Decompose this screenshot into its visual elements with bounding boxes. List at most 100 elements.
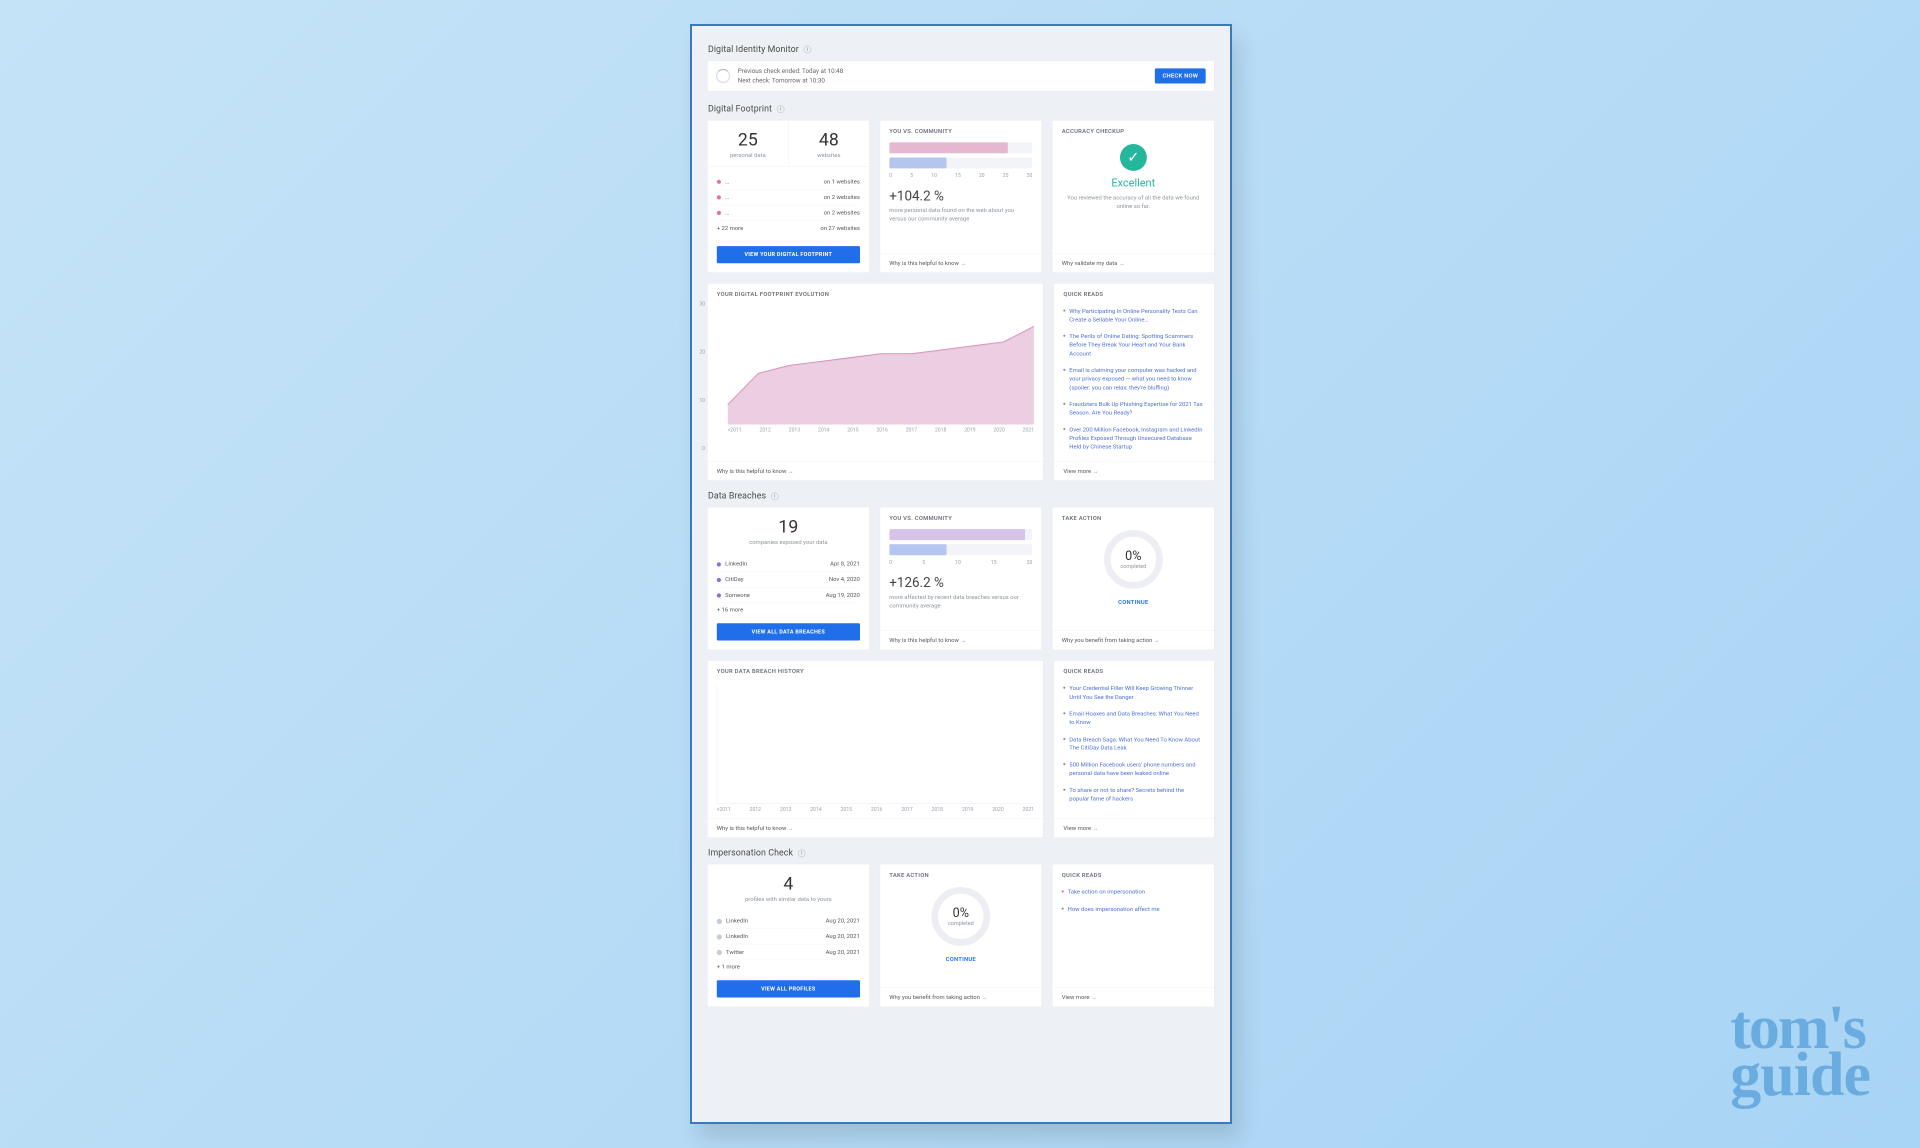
info-icon[interactable]: i <box>771 493 779 501</box>
scan-prev: Previous check ended: Today at 10:48 <box>738 67 1148 76</box>
info-icon[interactable]: i <box>777 105 785 113</box>
card-link[interactable]: Why is this helpful to know <box>708 818 1044 837</box>
card-title: QUICK READS <box>1054 661 1214 679</box>
area-chart <box>728 307 1034 425</box>
list-item[interactable]: LinkedInApr 8, 2021 <box>717 557 860 573</box>
websites-count: 48 <box>791 130 867 151</box>
list-item[interactable]: SomeoneAug 19, 2020 <box>717 588 860 604</box>
accuracy-sub: You reviewed the accuracy of all the dat… <box>1053 193 1215 210</box>
read-link[interactable]: Take action on impersonation <box>1062 884 1205 901</box>
read-link[interactable]: Fraudsters Bulk Up Phishing Expertise fo… <box>1063 396 1204 421</box>
axis: 0 5 10 15 20 25 30 <box>889 172 1032 178</box>
read-link[interactable]: Data Breach Saga: What You Need To Know … <box>1063 731 1204 756</box>
impersonation-action-card: TAKE ACTION 0% completed CONTINUE Why yo… <box>880 864 1042 1007</box>
view-footprint-button[interactable]: VIEW YOUR DIGITAL FOOTPRINT <box>717 246 860 263</box>
dot-icon <box>717 934 722 939</box>
view-breaches-button[interactable]: VIEW ALL DATA BREACHES <box>717 623 860 640</box>
read-link[interactable]: Email Hoaxes and Data Breaches: What You… <box>1063 706 1204 731</box>
card-title: YOUR DATA BREACH HISTORY <box>708 661 1044 679</box>
section-impersonation-label: Impersonation Check <box>708 848 793 858</box>
list-more[interactable]: + 1 more <box>717 960 860 970</box>
section-breaches-label: Data Breaches <box>708 491 766 501</box>
card-title: ACCURACY CHECKUP <box>1053 120 1215 138</box>
section-footprint-label: Digital Footprint <box>708 104 772 114</box>
dot-icon <box>717 180 721 184</box>
read-link[interactable]: Over 200 Million Facebook, Instagram and… <box>1063 421 1204 455</box>
progress-value: 0% <box>1125 549 1141 564</box>
footprint-stats-card: 25 personal data 48 websites …on 1 websi… <box>707 120 869 273</box>
breach-action-card: TAKE ACTION 0% completed CONTINUE Why yo… <box>1052 507 1214 650</box>
list-item[interactable]: …on 1 websites <box>717 174 860 190</box>
info-icon[interactable]: i <box>798 850 806 858</box>
card-link[interactable]: Why is this helpful to know <box>880 253 1042 272</box>
dot-icon <box>717 578 721 582</box>
dot-icon <box>717 919 722 924</box>
read-link[interactable]: To share or not to share? Secrets behind… <box>1063 782 1204 807</box>
bar-you <box>889 142 1032 153</box>
read-link[interactable]: How does impersonation affect me <box>1062 901 1205 918</box>
read-link[interactable]: Why Participating In Online Personality … <box>1063 303 1204 328</box>
continue-button[interactable]: CONTINUE <box>1053 599 1215 606</box>
dot-icon <box>717 211 721 215</box>
list-more[interactable]: + 16 more <box>717 603 860 613</box>
section-breaches-title: Data Breaches i <box>708 491 1214 501</box>
list-item[interactable]: LinkedInAug 20, 2021 <box>717 914 860 930</box>
list-more[interactable]: + 22 moreon 27 websites <box>717 221 860 236</box>
progress-label: completed <box>1120 564 1146 570</box>
card-link[interactable]: Why you benefit from taking action <box>1053 631 1215 650</box>
dot-icon <box>717 195 721 199</box>
bar-you <box>889 529 1032 540</box>
card-link[interactable]: Why you benefit from taking action <box>880 988 1042 1007</box>
progress-value: 0% <box>953 906 969 921</box>
watermark-line2: guide <box>1730 1052 1870 1099</box>
read-link[interactable]: 500 Million Facebook users' phone number… <box>1063 756 1204 781</box>
accuracy-card: ACCURACY CHECKUP ✓ Excellent You reviewe… <box>1052 120 1214 273</box>
impersonation-count-label: profiles with similar data to yours <box>710 896 867 903</box>
scan-status-banner: Previous check ended: Today at 10:48 Nex… <box>707 60 1214 91</box>
card-title: QUICK READS <box>1053 864 1215 882</box>
card-link[interactable]: View more <box>1054 818 1214 837</box>
card-link[interactable]: Why is this helpful to know <box>708 461 1044 480</box>
list-item[interactable]: TwitterAug 20, 2021 <box>717 945 860 961</box>
list-item[interactable]: LinkedInAug 20, 2021 <box>717 929 860 945</box>
evolution-card: YOUR DIGITAL FOOTPRINT EVOLUTION 30 20 1… <box>707 283 1044 481</box>
card-link[interactable]: Why validate my data <box>1053 253 1215 272</box>
card-title: QUICK READS <box>1054 283 1214 301</box>
card-link[interactable]: View more <box>1054 461 1214 480</box>
impersonation-reads-card: QUICK READS Take action on impersonation… <box>1052 864 1214 1007</box>
bar-community <box>889 157 1032 168</box>
list-item[interactable]: …on 2 websites <box>717 205 860 221</box>
impersonation-count-card: 4 profiles with similar data to yours Li… <box>707 864 869 1007</box>
card-title: YOU VS. COMMUNITY <box>880 507 1042 525</box>
section-footprint-title: Digital Footprint i <box>708 104 1214 114</box>
read-link[interactable]: The Perils of Online Dating: Spotting Sc… <box>1063 328 1204 362</box>
card-link[interactable]: View more <box>1053 988 1215 1007</box>
page-title-text: Digital Identity Monitor <box>708 44 799 54</box>
view-profiles-button[interactable]: VIEW ALL PROFILES <box>717 980 860 997</box>
read-link[interactable]: Email is claiming your computer was hack… <box>1063 362 1204 396</box>
card-title: YOU VS. COMMUNITY <box>880 120 1042 138</box>
card-title: TAKE ACTION <box>880 864 1042 882</box>
scan-status-text: Previous check ended: Today at 10:48 Nex… <box>738 67 1148 85</box>
y-axis: 30 20 10 0 <box>696 301 705 451</box>
personal-data-count: 25 <box>710 130 786 151</box>
list-item[interactable]: …on 2 websites <box>717 190 860 206</box>
x-axis: <201120122013201420152016201720182019202… <box>717 807 1034 813</box>
read-link[interactable]: Your Credential Filler Will Keep Growing… <box>1063 680 1204 705</box>
accuracy-status: Excellent <box>1053 177 1215 190</box>
compare-pct: +104.2 % <box>889 187 1032 203</box>
footprint-compare-card: YOU VS. COMMUNITY 0 5 10 15 20 25 30 +10… <box>880 120 1042 273</box>
impersonation-count: 4 <box>710 874 867 895</box>
section-impersonation-title: Impersonation Check i <box>708 848 1214 858</box>
footprint-list: …on 1 websites …on 2 websites …on 2 webs… <box>708 166 870 239</box>
dot-icon <box>717 562 721 566</box>
continue-button[interactable]: CONTINUE <box>880 956 1042 963</box>
breach-reads-card: QUICK READS Your Credential Filler Will … <box>1054 660 1215 838</box>
progress-label: completed <box>948 921 974 927</box>
list-item[interactable]: CitiDayNov 4, 2020 <box>717 572 860 588</box>
check-now-button[interactable]: CHECK NOW <box>1155 68 1206 83</box>
breach-count: 19 <box>710 517 867 538</box>
card-title: YOUR DIGITAL FOOTPRINT EVOLUTION <box>708 283 1044 301</box>
card-link[interactable]: Why is this helpful to know <box>880 631 1042 650</box>
info-icon[interactable]: i <box>804 46 812 54</box>
